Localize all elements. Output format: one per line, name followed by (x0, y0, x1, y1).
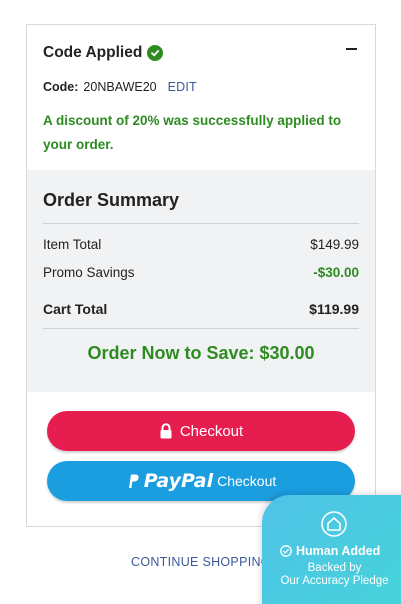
paypal-checkout-label: Checkout (217, 473, 277, 489)
accuracy-badge[interactable]: Human Added Backed by Our Accuracy Pledg… (262, 495, 401, 604)
checkout-label: Checkout (179, 422, 244, 440)
discount-message: A discount of 20% was successfully appli… (43, 113, 342, 152)
item-total-value: $149.99 (310, 236, 359, 252)
badge-line-1: Backed by (307, 562, 362, 574)
promo-title: Code Applied (43, 44, 143, 61)
cart-summary-card: Code Applied Code: 20NBAWE20 EDIT A disc… (26, 24, 376, 527)
cart-total-value: $119.99 (309, 301, 359, 317)
paypal-icon (128, 474, 139, 488)
badge-line-2: Our Accuracy Pledge (280, 575, 389, 587)
promo-code-line: Code: 20NBAWE20 EDIT (43, 80, 359, 94)
divider (43, 328, 359, 329)
save-message: Order Now to Save: $30.00 (87, 343, 315, 363)
edit-code-link[interactable]: EDIT (168, 80, 197, 94)
paypal-brand: PayPal (143, 470, 214, 492)
home-icon (321, 511, 347, 537)
promo-savings-label: Promo Savings (43, 264, 135, 280)
item-total-label: Item Total (43, 236, 102, 252)
code-value: 20NBAWE20 (83, 80, 157, 94)
check-icon (280, 545, 292, 557)
cart-total-label: Cart Total (43, 301, 108, 317)
lock-icon (160, 423, 172, 439)
order-summary: Order Summary Item Total $149.99 Promo S… (27, 170, 375, 392)
divider (43, 223, 359, 224)
check-circle-icon (147, 45, 164, 61)
continue-shopping-link[interactable]: CONTINUE SHOPPING (131, 555, 271, 569)
badge-title: Human Added (296, 544, 381, 558)
promo-savings-value: -$30.00 (313, 264, 359, 280)
minus-icon[interactable] (346, 48, 357, 50)
item-total-row: Item Total $149.99 (43, 234, 359, 254)
promo-section: Code Applied Code: 20NBAWE20 EDIT A disc… (27, 25, 375, 170)
badge-title-row: Human Added (280, 544, 380, 558)
promo-header: Code Applied (43, 42, 359, 64)
checkout-button[interactable]: Checkout (47, 411, 355, 451)
summary-title: Order Summary (43, 190, 180, 210)
cart-total-row: Cart Total $119.99 (43, 299, 359, 319)
code-label: Code: (43, 80, 79, 94)
promo-savings-row: Promo Savings -$30.00 (43, 262, 359, 282)
